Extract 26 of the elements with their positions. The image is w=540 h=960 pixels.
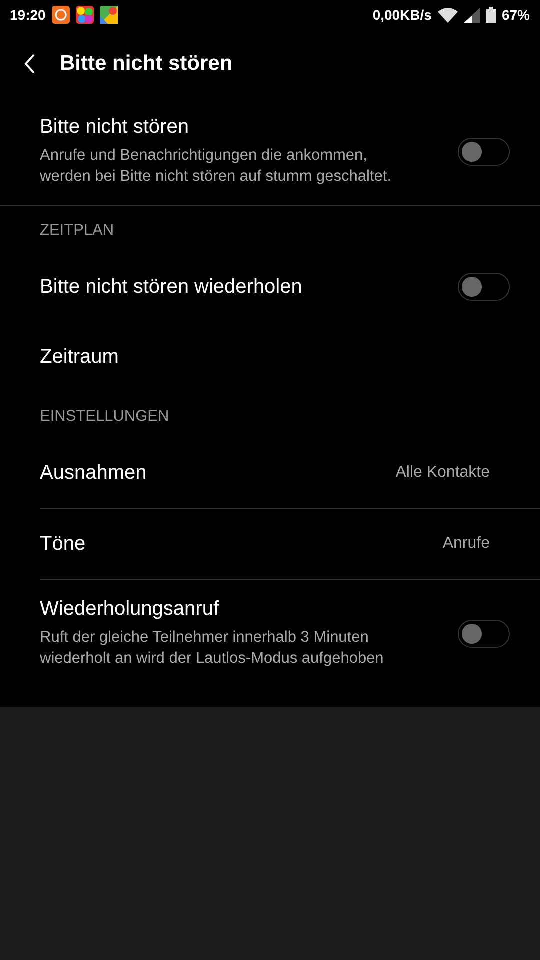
clock: 19:20 [10,7,46,23]
toggle-switch[interactable] [458,138,510,166]
section-header: EINSTELLUNGEN [40,408,170,425]
back-icon [24,54,36,74]
notification-icon [76,6,94,24]
wifi-icon [438,8,458,22]
setting-value: Alle Kontakte [396,464,491,482]
page-title: Bitte nicht stören [60,52,233,76]
toggle-switch[interactable] [458,273,510,301]
setting-title: Zeitraum [40,346,120,368]
setting-title: Ausnahmen [40,462,148,484]
setting-title: Wiederholungsanruf [40,598,220,621]
notification-icon [52,6,70,24]
section-header: ZEITPLAN [40,222,114,239]
battery-percentage: 67% [502,7,530,23]
setting-description: Ruft der gleiche Teilnehmer innerhalb 3 Minuten wiederholt an wird der Lautlos-Modus aufgehoben [40,628,385,669]
setting-value: Anrufe [442,535,491,553]
network-speed: 0,00KB/s [372,7,432,23]
battery-icon [486,7,496,23]
toggle-switch[interactable] [458,620,510,648]
setting-title: Töne [40,532,87,556]
map-icon [100,6,118,24]
setting-title: Bitte nicht stören [40,116,190,139]
signal-icon [464,8,480,22]
setting-title: Bitte nicht stören wiederholen [40,276,304,298]
setting-description: Anrufe und Benachrichtigungen die ankommen, werden bei Bitte nicht stören auf stumm geschaltet. [40,146,393,187]
